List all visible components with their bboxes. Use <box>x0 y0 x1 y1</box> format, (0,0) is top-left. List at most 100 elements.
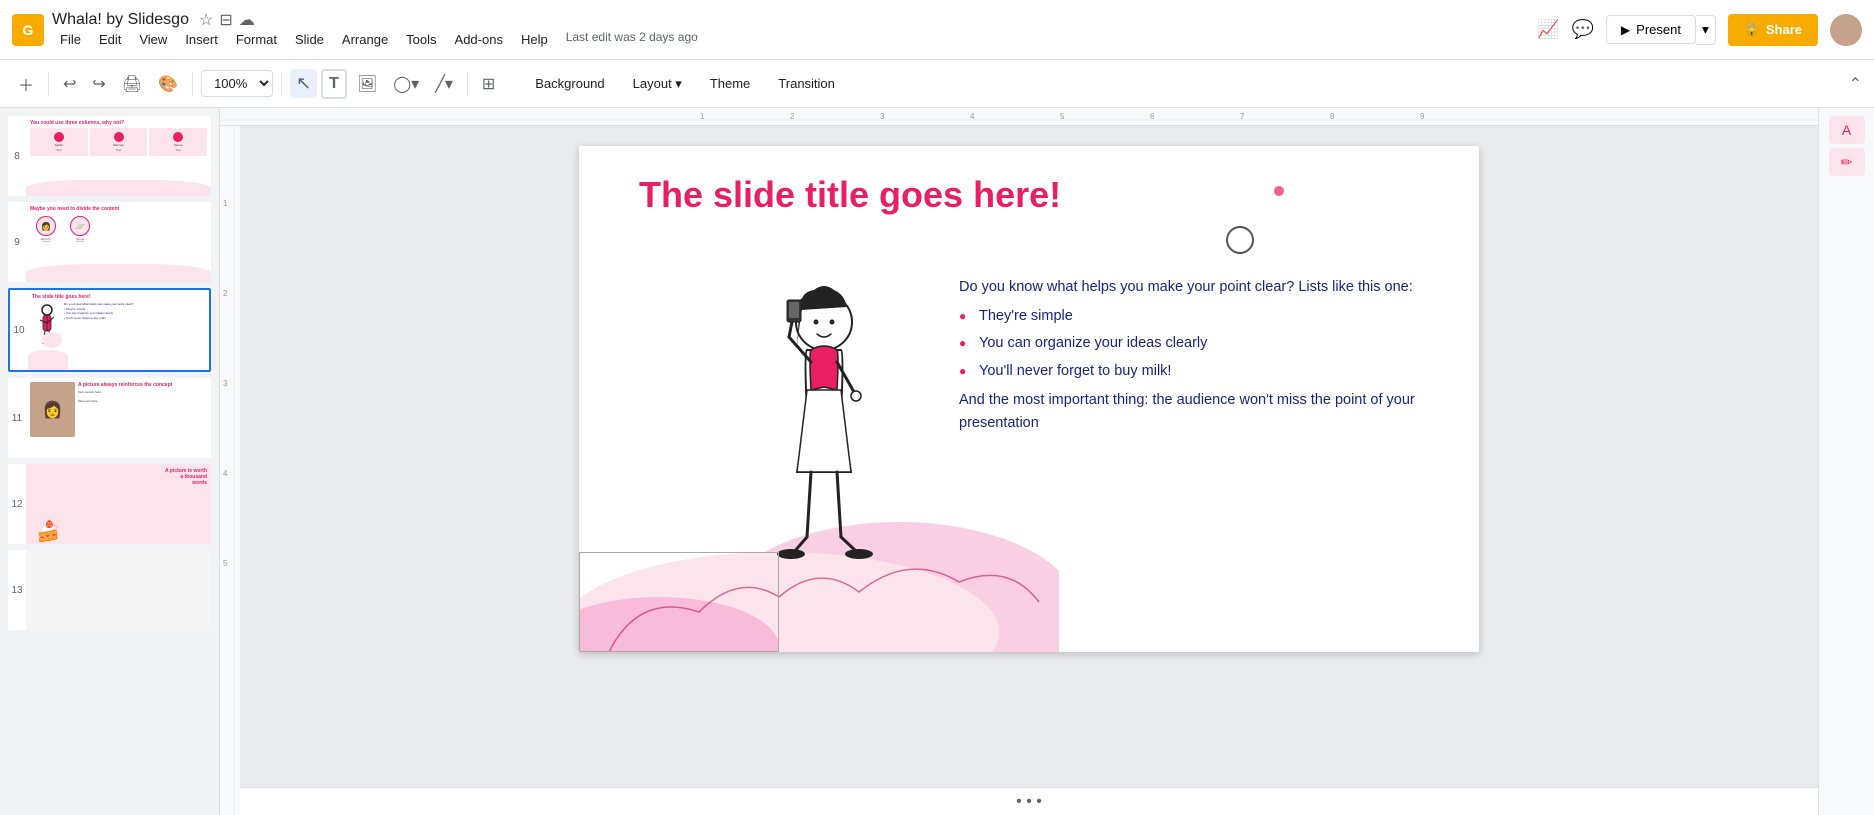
tab-layout[interactable]: Layout ▾ <box>619 70 696 98</box>
svg-text:9: 9 <box>1420 112 1425 121</box>
slide-intro: Do you know what helps you make your poi… <box>959 279 1413 295</box>
app-title: Whala! by Slidesgo <box>52 11 189 29</box>
slide-thumb-12[interactable]: 12 🍰 A picture is worth a thousand words <box>8 464 211 544</box>
main-area: 8 You could use three columns, why not? … <box>0 108 1874 815</box>
svg-text:6: 6 <box>1150 112 1155 121</box>
slide-preview-13 <box>26 550 211 630</box>
svg-text:4: 4 <box>970 112 975 121</box>
slide-tabs: Background Layout ▾ Theme Transition <box>521 70 849 98</box>
right-panel-btn-1[interactable]: A <box>1829 116 1865 144</box>
canvas-scroll[interactable]: The slide title goes here! <box>240 126 1818 815</box>
canvas-row: 1 2 3 4 5 The slide title goes here! <box>220 126 1818 815</box>
svg-text:5: 5 <box>1060 112 1065 121</box>
separator-2 <box>192 72 193 96</box>
slide-num-13: 13 <box>8 550 26 630</box>
slide-thumb-8[interactable]: 8 You could use three columns, why not? … <box>8 116 211 196</box>
menu-slide[interactable]: Slide <box>287 30 332 49</box>
paint-button[interactable]: 🎨 <box>152 70 184 98</box>
svg-text:1: 1 <box>700 112 705 121</box>
comment-icon[interactable]: 💬 <box>1572 19 1594 40</box>
bullet-1: They're simple <box>959 305 1429 328</box>
slide-preview-10: The slide title goes here! <box>28 290 209 370</box>
slide-num-9: 9 <box>8 202 26 282</box>
add-button[interactable]: ＋ <box>12 68 40 100</box>
share-button[interactable]: 🔒 Share <box>1728 14 1818 46</box>
image-tool[interactable]: 🖼 <box>351 70 383 98</box>
deco-dot-pink <box>1274 186 1284 196</box>
user-avatar[interactable] <box>1830 14 1862 46</box>
menu-format[interactable]: Format <box>228 30 285 49</box>
slide-num-11: 11 <box>8 378 26 458</box>
menu-file[interactable]: File <box>52 30 89 49</box>
slide-preview-9: Maybe you need to divide the content 👩 M… <box>26 202 211 282</box>
last-edit-text: Last edit was 2 days ago <box>566 30 698 49</box>
svg-text:4: 4 <box>223 469 228 478</box>
align-button[interactable]: ⊞ <box>476 70 501 98</box>
redo-button[interactable]: ↪ <box>86 70 111 98</box>
deco-circle-outline <box>1226 226 1254 254</box>
menu-arrange[interactable]: Arrange <box>334 30 396 49</box>
cursor-tool[interactable]: ↖ <box>290 69 317 98</box>
svg-text:7: 7 <box>1240 112 1245 121</box>
tab-theme[interactable]: Theme <box>696 70 764 98</box>
svg-text:3: 3 <box>880 112 885 121</box>
dots-icon[interactable]: • • • <box>1016 793 1042 811</box>
right-panel-btn-2[interactable]: ✏ <box>1829 148 1865 176</box>
svg-text:5: 5 <box>223 559 228 568</box>
menu-edit[interactable]: Edit <box>91 30 129 49</box>
slide-thumb-11[interactable]: 11 👩 A picture always reinforces the con… <box>8 378 211 458</box>
present-dropdown[interactable]: ▾ <box>1696 15 1716 45</box>
svg-text:2: 2 <box>790 112 795 121</box>
slide-thumb-9[interactable]: 9 Maybe you need to divide the content 👩… <box>8 202 211 282</box>
separator-3 <box>281 72 282 96</box>
zoom-select[interactable]: 100% 75% 50% 150% <box>201 70 273 97</box>
present-label: Present <box>1636 22 1681 37</box>
bullet-3: You'll never forget to buy milk! <box>959 360 1429 383</box>
svg-text:8: 8 <box>1330 112 1335 121</box>
share-lock-icon: 🔒 <box>1744 22 1760 38</box>
slide-preview-12: 🍰 A picture is worth a thousand words <box>26 464 211 544</box>
slide-panel: 8 You could use three columns, why not? … <box>0 108 220 815</box>
title-right: 📈 💬 ▶ Present ▾ 🔒 Share <box>1537 14 1862 46</box>
menu-view[interactable]: View <box>131 30 175 49</box>
stick-figure <box>739 272 909 602</box>
folder-icon[interactable]: ⊟ <box>219 10 232 30</box>
present-button[interactable]: ▶ Present <box>1606 15 1696 44</box>
slide-num-8: 8 <box>8 116 26 196</box>
undo-button[interactable]: ↩ <box>57 70 82 98</box>
menu-addons[interactable]: Add-ons <box>447 30 511 49</box>
svg-text:2: 2 <box>223 289 228 298</box>
slide-title[interactable]: The slide title goes here! <box>639 174 1061 216</box>
canvas-area: 1 2 3 4 5 6 7 8 9 1 2 3 4 <box>220 108 1818 815</box>
slide-conclusion: And the most important thing: the audien… <box>959 392 1415 431</box>
activity-icon[interactable]: 📈 <box>1537 19 1559 40</box>
bullet-2: You can organize your ideas clearly <box>959 332 1429 355</box>
svg-text:1: 1 <box>223 199 228 208</box>
slide-preview-11: 👩 A picture always reinforces the concep… <box>26 378 211 458</box>
slide-thumb-10[interactable]: 10 The slide title goes here! <box>8 288 211 372</box>
menu-bar: File Edit View Insert Format Slide Arran… <box>52 30 698 49</box>
right-panel: A ✏ <box>1818 108 1874 815</box>
star-icon[interactable]: ☆ <box>199 10 213 30</box>
slide-thumb-13[interactable]: 13 <box>8 550 211 630</box>
menu-insert[interactable]: Insert <box>177 30 226 49</box>
title-bar: G Whala! by Slidesgo ☆ ⊟ ☁ File Edit Vie… <box>0 0 1874 60</box>
app-icon-letter: G <box>23 22 34 38</box>
tab-background[interactable]: Background <box>521 70 618 98</box>
text-tool[interactable]: T <box>321 69 347 99</box>
ruler-vertical: 1 2 3 4 5 <box>220 126 240 815</box>
collapse-toolbar-button[interactable]: ⌃ <box>1849 74 1862 94</box>
print-button[interactable]: 🖨 <box>116 70 148 98</box>
menu-help[interactable]: Help <box>513 30 556 49</box>
slide-preview-8: You could use three columns, why not? Ju… <box>26 116 211 196</box>
shape-tool[interactable]: ◯▾ <box>387 70 425 98</box>
menu-tools[interactable]: Tools <box>398 30 444 49</box>
separator-1 <box>48 72 49 96</box>
ruler-horizontal: 1 2 3 4 5 6 7 8 9 <box>220 108 1818 126</box>
line-tool[interactable]: ╱▾ <box>429 70 459 98</box>
separator-4 <box>467 72 468 96</box>
cloud-icon[interactable]: ☁ <box>239 10 255 30</box>
tab-transition[interactable]: Transition <box>764 70 849 98</box>
slide-body[interactable]: Do you know what helps you make your poi… <box>959 276 1429 435</box>
svg-text:3: 3 <box>223 379 228 388</box>
